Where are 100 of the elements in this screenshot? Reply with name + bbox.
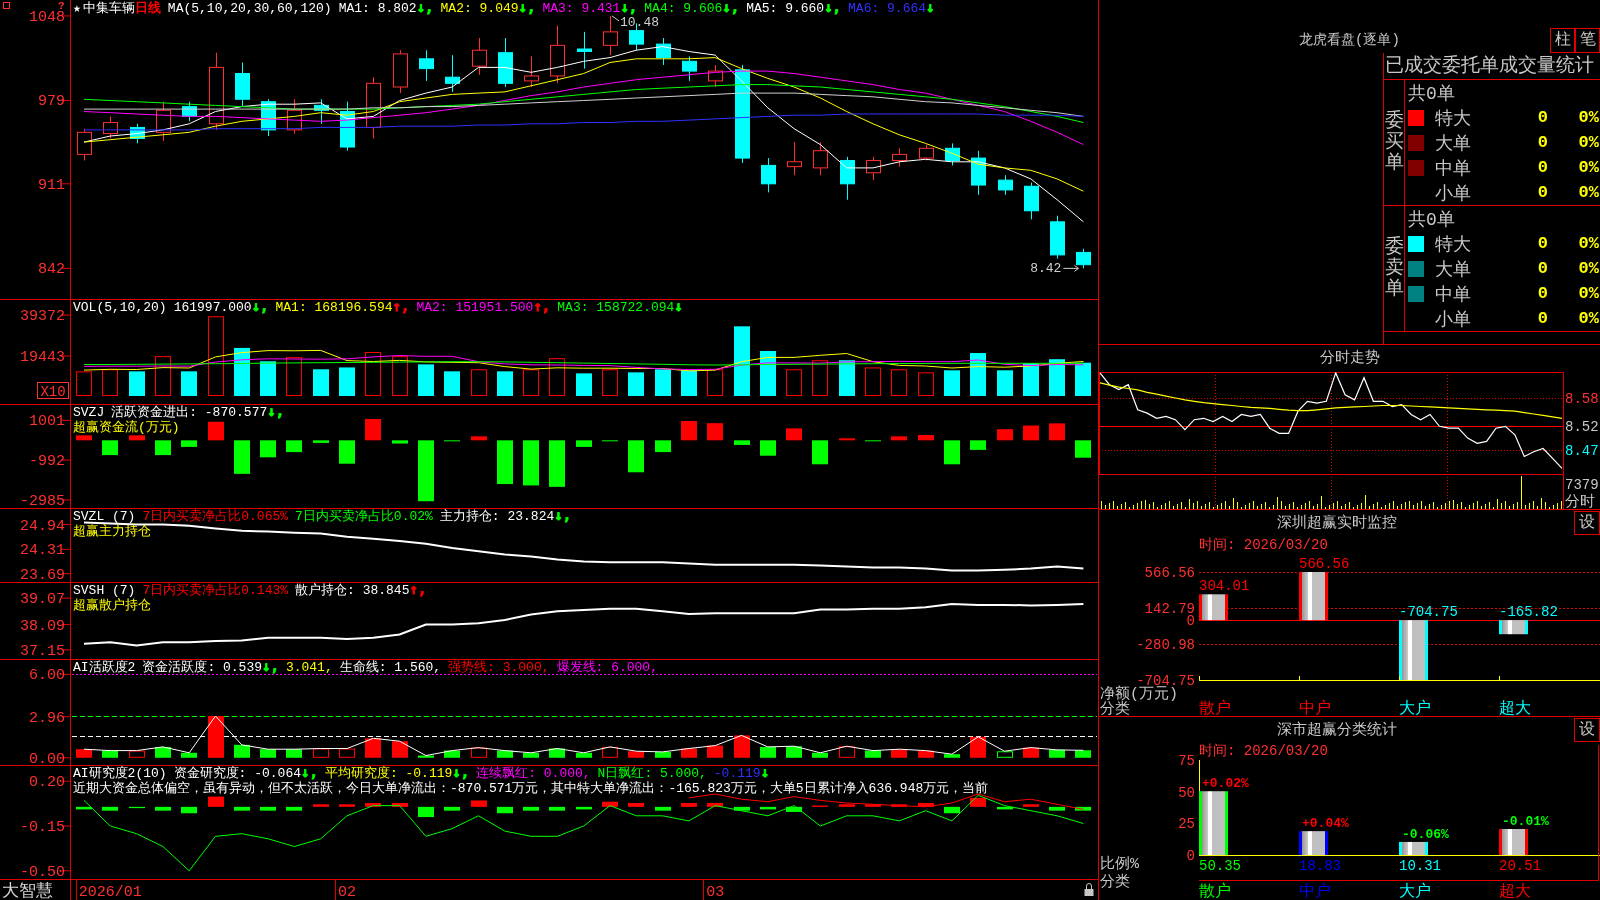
research-bar bbox=[734, 806, 750, 811]
research-bar bbox=[1049, 806, 1065, 811]
candlestick bbox=[708, 64, 723, 88]
order-count: 0 bbox=[1537, 309, 1548, 328]
legend-text: MA1: 168196.594 bbox=[275, 300, 393, 315]
category-label: 超大 bbox=[1499, 883, 1531, 900]
research-bar bbox=[339, 804, 355, 807]
trend-arrow: ↓ bbox=[760, 765, 770, 780]
candlestick bbox=[182, 101, 197, 122]
research-bar bbox=[181, 806, 197, 814]
legend-text: MA6: 9.664 bbox=[848, 1, 927, 16]
fund-flow-bar bbox=[286, 440, 302, 453]
trend-arrow: ↓, bbox=[267, 404, 285, 419]
fund-flow-bar bbox=[155, 440, 171, 456]
legend-text: 7日内买卖净占比0.065% bbox=[142, 509, 289, 524]
legend-text: 超赢主力持仓 bbox=[73, 524, 151, 539]
candlestick bbox=[498, 37, 513, 88]
research-bar bbox=[260, 806, 276, 811]
net-amount-bar bbox=[1499, 620, 1528, 635]
legend-text: MA3: 9.431 bbox=[542, 1, 621, 16]
legend-text: MA2: 9.049 bbox=[440, 1, 519, 16]
candlestick bbox=[130, 123, 145, 144]
candlestick bbox=[577, 31, 592, 70]
ratio-bar bbox=[1299, 831, 1328, 855]
trend-arrow: ↓, bbox=[262, 659, 279, 674]
period-label: 日线 bbox=[134, 1, 161, 16]
view-toggle-button[interactable]: 笔 bbox=[1575, 28, 1600, 53]
research-bar bbox=[418, 806, 434, 818]
legend-text: 7日内买卖净占比0.02% bbox=[295, 509, 433, 524]
research-bar bbox=[707, 803, 723, 807]
value-label: -704.75 bbox=[1399, 604, 1458, 621]
research-bar bbox=[549, 806, 565, 811]
research-bar bbox=[76, 806, 92, 810]
annotation: 8.42 bbox=[1030, 261, 1062, 277]
fund-flow-bar bbox=[129, 435, 145, 441]
category-label: 大户 bbox=[1399, 700, 1431, 716]
candlestick bbox=[840, 156, 855, 201]
legend-text: 7日内买卖净占比0.143% bbox=[142, 583, 289, 598]
net-amount-bar bbox=[1199, 594, 1228, 621]
fund-flow-bar bbox=[786, 428, 802, 441]
research-bar bbox=[655, 806, 671, 811]
legend-text: MA5: 9.660 bbox=[746, 1, 825, 16]
research-bar bbox=[786, 806, 802, 812]
fund-flow-bar bbox=[549, 440, 565, 487]
fund-flow-bar bbox=[839, 438, 855, 441]
axis-label: 39372 bbox=[20, 308, 65, 326]
candlestick bbox=[603, 15, 618, 56]
trend-arrow: ↓, bbox=[722, 0, 740, 15]
trend-arrow: ↓, bbox=[620, 0, 638, 15]
order-count: 0 bbox=[1537, 133, 1548, 152]
research-bar bbox=[234, 806, 250, 811]
legend-text: 资金活跃度: 0.539 bbox=[142, 660, 262, 675]
value-label: 18.83 bbox=[1299, 858, 1341, 874]
research-bar bbox=[997, 806, 1013, 810]
axis-label: -992 bbox=[29, 453, 65, 471]
fund-flow-bar bbox=[181, 440, 197, 447]
fund-flow-bar bbox=[313, 440, 329, 443]
candlestick bbox=[419, 49, 434, 82]
axis-label: -280.98 bbox=[1136, 637, 1195, 653]
axis-label: 75 bbox=[1178, 753, 1195, 769]
legend-text: N日飘红: 5.000, bbox=[597, 766, 707, 781]
value-label: 20.51 bbox=[1499, 858, 1541, 874]
fund-flow-bar bbox=[260, 440, 276, 458]
legend-text: MA(5,10,20,30,60,120) bbox=[167, 1, 332, 16]
research-bar bbox=[1023, 804, 1039, 807]
candlestick bbox=[919, 144, 934, 162]
legend-text: MA3: 158722.094 bbox=[557, 300, 675, 315]
fund-flow-bar bbox=[812, 440, 828, 465]
fund-flow-bar bbox=[392, 440, 408, 444]
fund-flow-bar bbox=[234, 440, 250, 474]
legend-text: SVZL (7) bbox=[73, 509, 136, 524]
order-size-label: 中单 bbox=[1435, 157, 1471, 180]
axis-label: 566.56 bbox=[1144, 565, 1195, 581]
axis-label: 38.09 bbox=[20, 617, 65, 635]
candlestick bbox=[235, 62, 250, 108]
research-bar bbox=[129, 806, 145, 809]
value-label: 566.56 bbox=[1299, 556, 1350, 572]
settings-button[interactable]: 设 bbox=[1574, 718, 1600, 742]
legend-text: 爆发线: 6.000, bbox=[556, 660, 658, 675]
candlestick bbox=[366, 76, 381, 139]
candlestick bbox=[472, 37, 487, 76]
order-total: 共0单 bbox=[1408, 82, 1455, 105]
view-toggle-button[interactable]: 柱 bbox=[1550, 28, 1575, 53]
settings-button[interactable]: 设 bbox=[1574, 511, 1600, 535]
order-share: 0% bbox=[1578, 108, 1599, 127]
order-size-label: 特大 bbox=[1435, 107, 1471, 130]
axis-label: -0.50 bbox=[20, 863, 65, 881]
legend-text: AI活跃度2 bbox=[73, 660, 136, 675]
research-bar bbox=[681, 803, 697, 807]
order-share: 0% bbox=[1578, 133, 1599, 152]
fund-flow-bar bbox=[365, 418, 381, 441]
value-label: -165.82 bbox=[1499, 604, 1558, 621]
fund-flow-bar bbox=[655, 440, 671, 453]
value-label: 50.35 bbox=[1199, 858, 1241, 874]
axis-label: 19443 bbox=[20, 349, 65, 367]
candlestick bbox=[156, 101, 171, 142]
trend-arrow: ↓, bbox=[251, 299, 269, 314]
fund-flow-bar bbox=[628, 440, 644, 473]
candlestick bbox=[682, 55, 697, 82]
trend-arrow: ↓, bbox=[416, 0, 434, 15]
